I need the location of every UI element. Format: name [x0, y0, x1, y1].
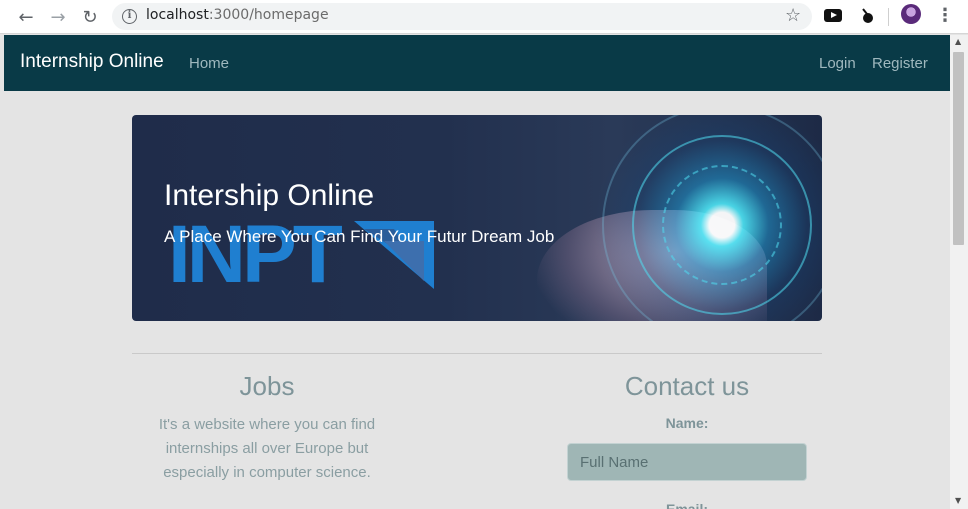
hero-title: Intership Online	[164, 179, 375, 212]
info-icon[interactable]: i	[122, 9, 137, 24]
hero-ring	[602, 115, 822, 321]
scroll-up-icon[interactable]: ▲	[955, 37, 961, 46]
name-input[interactable]	[567, 443, 807, 481]
name-label: Name:	[665, 415, 709, 431]
scroll-thumb[interactable]	[953, 52, 964, 245]
contact-heading: Contact us	[624, 371, 750, 401]
youtube-extension-icon[interactable]	[824, 9, 842, 22]
nav-link-register[interactable]: Register	[872, 55, 928, 72]
browser-menu-icon[interactable]: ⋮	[936, 5, 954, 26]
hero-banner: INPT Intership Online A Place Where You …	[132, 115, 822, 321]
back-arrow-icon[interactable]: ←	[14, 5, 38, 29]
section-divider	[132, 353, 822, 354]
scrollbar[interactable]: ▲ ▼	[950, 35, 968, 509]
page-content: Internship Online Home Login Register IN…	[4, 35, 950, 509]
address-bar[interactable]: i localhost:3000/homepage ☆	[112, 3, 812, 30]
toolbar-divider	[888, 8, 889, 26]
url-path: :3000/homepage	[208, 7, 329, 23]
profile-avatar[interactable]	[901, 4, 921, 24]
email-label: Email:	[665, 501, 708, 509]
forward-arrow-icon[interactable]: →	[46, 5, 70, 29]
navbar: Internship Online Home Login Register	[4, 35, 950, 91]
extension-icon[interactable]	[858, 6, 878, 26]
nav-link-home[interactable]: Home	[189, 55, 229, 72]
hero-subtitle: A Place Where You Can Find Your Futur Dr…	[164, 227, 555, 246]
scroll-down-icon[interactable]: ▼	[955, 496, 961, 505]
jobs-description: It's a website where you can find intern…	[158, 416, 376, 481]
nav-link-login[interactable]: Login	[819, 55, 856, 72]
url-text[interactable]: localhost:3000/homepage	[146, 7, 329, 23]
url-host: localhost	[146, 7, 209, 23]
navbar-brand[interactable]: Internship Online	[20, 51, 164, 73]
jobs-heading: Jobs	[239, 371, 295, 401]
browser-toolbar: ← → ↻ i localhost:3000/homepage ☆ ⋮	[0, 0, 968, 34]
reload-icon[interactable]: ↻	[78, 5, 102, 29]
bookmark-star-icon[interactable]: ☆	[785, 5, 801, 26]
